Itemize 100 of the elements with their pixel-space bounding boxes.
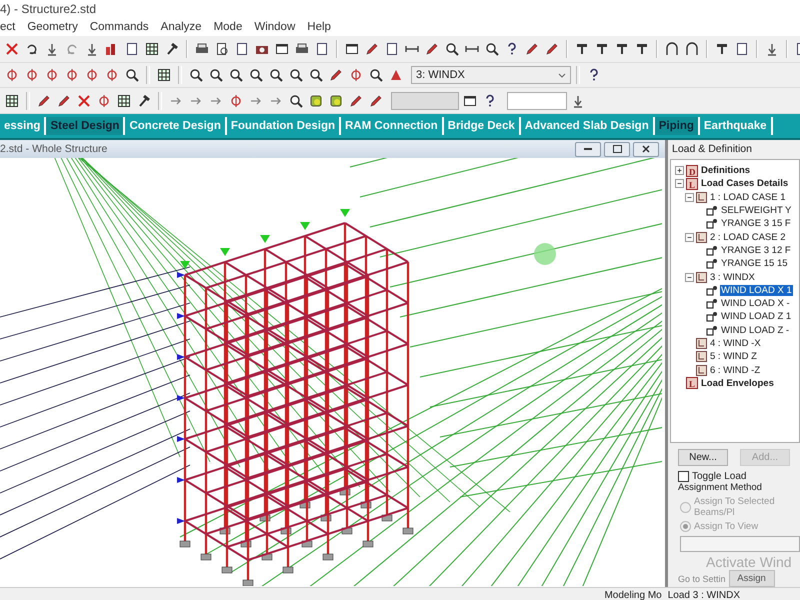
activation-notice: Go to Settin xyxy=(678,574,726,584)
module-tab[interactable]: Steel Design xyxy=(46,117,126,135)
down-arrow-icon[interactable] xyxy=(85,42,99,56)
panel-title: Load & Definition xyxy=(672,143,753,155)
pen-icon[interactable] xyxy=(37,94,51,108)
menu-item[interactable]: ect xyxy=(0,21,16,33)
page-icon[interactable] xyxy=(735,42,749,56)
input-field[interactable] xyxy=(507,92,567,110)
pen-icon[interactable] xyxy=(365,42,379,56)
tree-item[interactable]: SELFWEIGHT Y xyxy=(720,205,792,216)
status-text: Modeling Mo xyxy=(604,590,662,600)
beam-icon[interactable] xyxy=(715,42,729,56)
zoom-icon[interactable] xyxy=(209,68,223,82)
tree-item[interactable]: WIND LOAD X - xyxy=(720,298,791,310)
zoom-icon[interactable] xyxy=(289,94,303,108)
menu-item[interactable]: Mode xyxy=(214,21,242,33)
pen-icon[interactable] xyxy=(349,94,363,108)
expand-toggle-icon[interactable] xyxy=(685,192,694,202)
minimize-button[interactable] xyxy=(575,142,601,156)
zoom-icon[interactable] xyxy=(445,42,459,56)
zoom-icon[interactable] xyxy=(269,68,283,82)
tree-item[interactable]: Definitions xyxy=(700,165,752,176)
tree-item[interactable]: YRANGE 3 12 F xyxy=(720,244,792,256)
pen-icon[interactable] xyxy=(425,42,439,56)
tree-item[interactable]: 3 : WINDX xyxy=(709,272,756,283)
pen-icon[interactable] xyxy=(329,68,343,82)
tree-item[interactable]: YRANGE 15 15 xyxy=(720,258,789,270)
tree-item[interactable]: Load Envelopes xyxy=(700,378,775,389)
close-icon xyxy=(642,145,650,153)
zoom-icon[interactable] xyxy=(125,68,139,82)
down-arrow-icon[interactable] xyxy=(45,42,59,56)
expand-toggle-icon[interactable] xyxy=(675,166,684,176)
preview-icon[interactable] xyxy=(215,42,229,56)
zoom-icon[interactable] xyxy=(369,68,383,82)
page-icon[interactable] xyxy=(315,42,329,56)
grid-icon[interactable] xyxy=(145,42,159,56)
input-field[interactable] xyxy=(680,536,800,552)
page-icon[interactable] xyxy=(125,42,139,56)
tree-item[interactable]: 2 : LOAD CASE 2 xyxy=(709,232,787,243)
expand-toggle-icon[interactable] xyxy=(675,179,684,188)
tree-item[interactable]: WIND LOAD X 1 xyxy=(720,284,793,296)
grid-icon[interactable] xyxy=(117,94,131,108)
checkbox[interactable] xyxy=(678,471,689,482)
zoom-icon[interactable] xyxy=(229,68,243,82)
beam-icon[interactable] xyxy=(575,42,589,56)
pen-icon[interactable] xyxy=(57,94,71,108)
arch-icon[interactable] xyxy=(665,42,679,56)
zoom-icon[interactable] xyxy=(309,68,323,82)
restore-button[interactable] xyxy=(604,142,630,156)
printer-icon[interactable] xyxy=(195,42,209,56)
cone-icon[interactable] xyxy=(389,68,403,82)
panel-button[interactable]: New... xyxy=(678,449,728,466)
expand-toggle-icon[interactable] xyxy=(685,272,694,282)
undo-icon[interactable] xyxy=(25,42,39,56)
menu-item[interactable]: Commands xyxy=(90,21,149,33)
menu-item[interactable]: Help xyxy=(307,21,331,33)
page-icon[interactable] xyxy=(235,42,249,56)
down-arrow-icon[interactable] xyxy=(571,94,585,108)
window-icon[interactable] xyxy=(275,42,289,56)
module-tab[interactable]: Piping xyxy=(654,117,700,135)
arch-icon[interactable] xyxy=(685,42,699,56)
pen-icon[interactable] xyxy=(525,42,539,56)
zoom-icon[interactable] xyxy=(189,68,203,82)
zoom-icon[interactable] xyxy=(485,42,499,56)
beam-icon[interactable] xyxy=(595,42,609,56)
delete-icon[interactable] xyxy=(5,42,19,56)
tree-item[interactable]: WIND LOAD Z 1 xyxy=(720,311,792,322)
menu-item[interactable]: Geometry xyxy=(27,21,78,33)
window-icon[interactable] xyxy=(345,42,359,56)
printer-icon[interactable] xyxy=(295,42,309,56)
tree-item[interactable]: Load Cases Details xyxy=(700,178,790,190)
menu-item[interactable]: Window xyxy=(254,21,296,33)
load-case-icon xyxy=(696,351,707,362)
delete-icon[interactable] xyxy=(77,94,91,108)
expand-toggle-icon[interactable] xyxy=(685,232,694,242)
pen-icon[interactable] xyxy=(545,42,559,56)
tree-item[interactable]: WIND LOAD Z - xyxy=(720,324,790,336)
hammer-icon[interactable] xyxy=(137,94,151,108)
tree-item[interactable]: 6 : WIND -Z xyxy=(709,364,762,376)
tree-item[interactable]: 5 : WIND Z xyxy=(709,351,758,362)
zoom-icon[interactable] xyxy=(249,68,263,82)
pen-icon[interactable] xyxy=(369,94,383,108)
beam-icon[interactable] xyxy=(635,42,649,56)
tree-item[interactable]: YRANGE 3 15 F xyxy=(720,218,792,230)
beam-icon[interactable] xyxy=(615,42,629,56)
zoom-icon[interactable] xyxy=(289,68,303,82)
close-button[interactable] xyxy=(633,142,659,156)
page-icon[interactable] xyxy=(385,42,399,56)
assign-button[interactable]: Assign xyxy=(728,570,775,587)
load-case-icon xyxy=(696,338,707,349)
hammer-icon[interactable] xyxy=(165,42,179,56)
menu-item[interactable]: Analyze xyxy=(160,21,202,33)
window-icon[interactable] xyxy=(463,94,477,108)
grid-icon[interactable] xyxy=(157,68,171,82)
tree-item[interactable]: 1 : LOAD CASE 1 xyxy=(709,192,787,203)
down-arrow-icon[interactable] xyxy=(765,42,779,56)
grid-icon[interactable] xyxy=(5,94,19,108)
load-case-dropdown[interactable]: 3: WINDX xyxy=(411,66,571,84)
tree-item[interactable]: 4 : WIND -X xyxy=(709,338,762,349)
group-label: Assignment Method xyxy=(678,482,763,493)
